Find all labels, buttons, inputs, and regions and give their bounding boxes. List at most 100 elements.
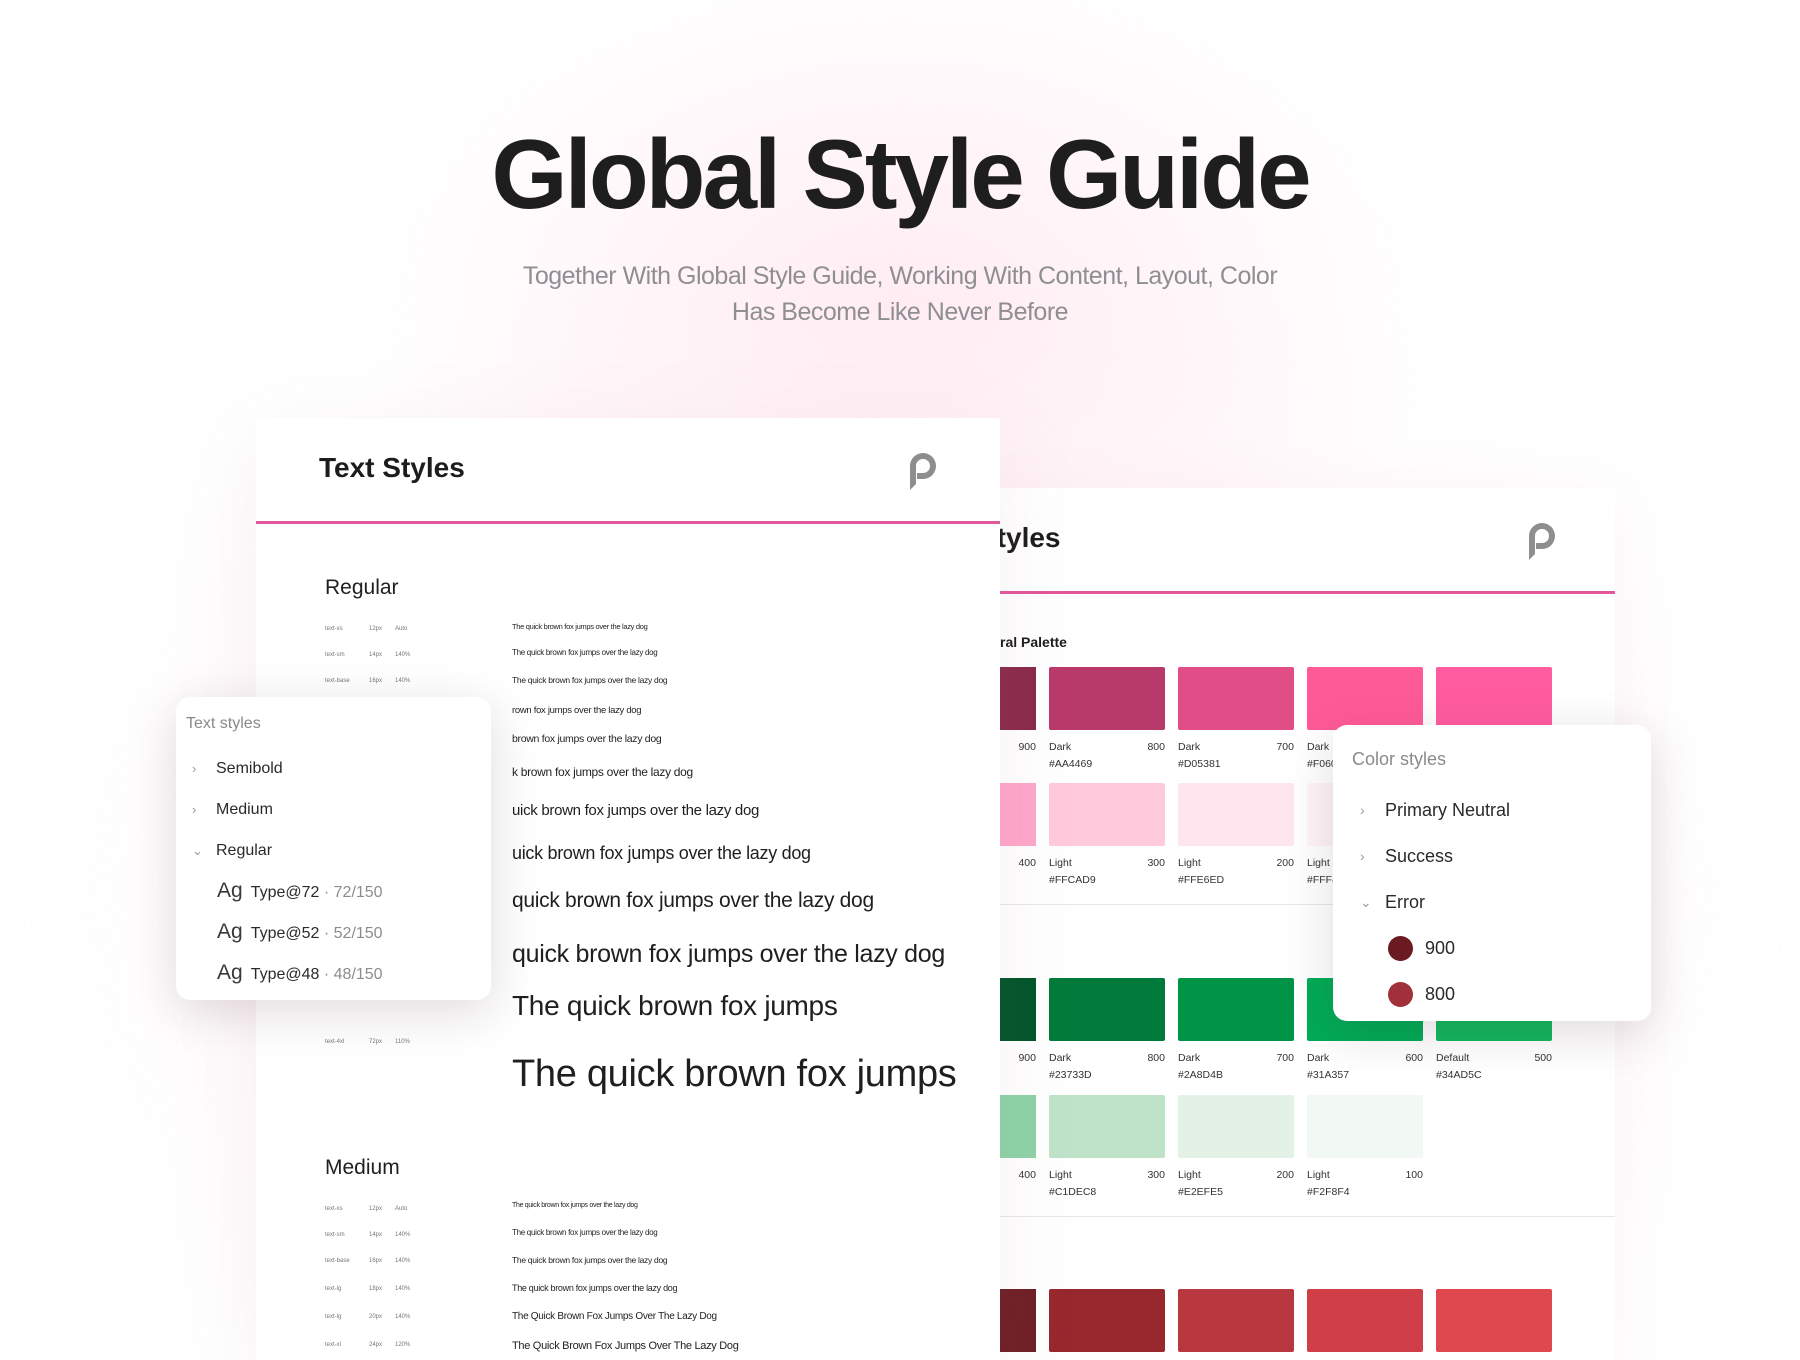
color-swatch[interactable] [1307, 667, 1423, 730]
type-preview-icon: Ag [217, 879, 243, 902]
color-swatch[interactable] [1049, 1289, 1165, 1352]
text-style-name: Type@48 [250, 966, 320, 983]
swatch-hex: #C1DEC8 [1049, 1186, 1097, 1198]
type-sample: The quick brown fox jumps over the lazy … [512, 1283, 678, 1293]
swatch-number: 300 [1147, 857, 1165, 869]
swatch-number: 600 [1405, 1052, 1423, 1064]
type-token: text-base [325, 1258, 350, 1265]
swatch-name: Dark [1178, 1052, 1201, 1064]
color-swatch[interactable] [1178, 978, 1294, 1041]
type-sample: rown fox jumps over the lazy dog [512, 705, 642, 716]
swatch-name: Light [1178, 1169, 1201, 1181]
color-swatch[interactable] [1178, 1289, 1294, 1352]
text-styles-heading: Text styles [186, 715, 261, 732]
brand-logo-icon [1529, 523, 1555, 560]
type-sample: The quick brown fox jumps over the lazy … [512, 1228, 658, 1237]
swatch-hex: #2A8D4B [1178, 1069, 1223, 1081]
type-sample: The quick brown fox jumps [512, 1053, 957, 1095]
swatch-name: Dark [1049, 741, 1072, 753]
color-swatch[interactable] [1000, 667, 1036, 730]
color-swatch[interactable] [1307, 1095, 1423, 1158]
page-title: Global Style Guide [491, 119, 1311, 229]
type-token: text-xs [325, 1206, 343, 1213]
color-panel-header: Styles [1000, 488, 1615, 594]
type-line-height: 140% [395, 1258, 411, 1265]
regular-group-heading: Regular [325, 576, 399, 599]
color-swatch[interactable] [1049, 978, 1165, 1041]
type-line-height: Auto [395, 625, 408, 632]
color-swatch[interactable] [1049, 1095, 1165, 1158]
type-sample: quick brown fox jumps over the lazy dog [512, 940, 945, 968]
type-sample: k brown fox jumps over the lazy dog [512, 765, 693, 779]
color-styles-dropdown: Color styles › Primary Neutral › Success ⌄ Er… [1333, 725, 1651, 1021]
swatch-number: 900 [1018, 741, 1036, 753]
type-line-height: 110% [395, 1039, 410, 1046]
color-swatch[interactable] [1049, 783, 1165, 846]
type-preview-icon: Ag [217, 961, 243, 984]
color-swatch[interactable] [1178, 1095, 1294, 1158]
text-style-name: Type@52 [250, 925, 320, 942]
type-size: 24px [369, 1341, 383, 1348]
swatch-number: 200 [1276, 1169, 1294, 1181]
color-swatch[interactable] [1000, 1095, 1036, 1158]
type-line-height: 140% [395, 651, 411, 658]
color-swatch[interactable] [1000, 1289, 1036, 1352]
color-swatch[interactable] [1436, 1289, 1552, 1352]
type-token: text-base [325, 678, 350, 685]
color-swatch[interactable] [1049, 667, 1165, 730]
swatch-name: Light [1049, 1169, 1072, 1181]
chevron-right-icon: › [192, 761, 197, 776]
swatch-hex: #FFCAD9 [1049, 874, 1096, 886]
swatch-name: Dark [1178, 741, 1201, 753]
color-style-group-label: Error [1385, 892, 1425, 912]
type-sample: brown fox jumps over the lazy dog [512, 733, 662, 745]
text-style-entry[interactable]: Ag Type@72 · 72/150 [217, 879, 383, 903]
type-token: text-lg [325, 1286, 342, 1293]
color-style-group-label: Primary Neutral [1385, 800, 1511, 820]
swatch-hex: #E2EFE5 [1178, 1186, 1223, 1198]
type-sample: The quick brown fox jumps [512, 990, 838, 1021]
text-styles-dropdown: Text styles › Semibold › Medium ⌄ Regular Ag Ty… [176, 697, 491, 1000]
color-dot-icon [1388, 936, 1413, 961]
type-size: 72px [369, 1039, 383, 1046]
type-sample: The Quick Brown Fox Jumps Over The Lazy … [512, 1311, 717, 1322]
page-subtitle: Together With Global Style Guide, Workin… [450, 258, 1350, 330]
swatch-hex: #AA4469 [1049, 758, 1093, 770]
type-token: text-sm [325, 651, 345, 658]
color-swatch[interactable] [1178, 783, 1294, 846]
type-sample: quick brown fox jumps over the lazy dog [512, 889, 874, 912]
swatch-hex: #D05381 [1178, 758, 1221, 770]
swatch-hex: #F2F8F4 [1307, 1186, 1350, 1198]
color-swatch[interactable] [1436, 667, 1552, 730]
subtitle-line-1: Together With Global Style Guide, Workin… [522, 262, 1278, 290]
swatch-number: 900 [1018, 1052, 1036, 1064]
color-swatch[interactable] [1000, 978, 1036, 1041]
text-style-meta: · 72/150 [319, 884, 383, 901]
swatch-name: Light [1307, 857, 1330, 869]
type-token: text-sm [325, 1231, 345, 1238]
color-style-name: 900 [1425, 938, 1456, 958]
type-token: text-4xl [325, 1039, 345, 1046]
color-swatch[interactable] [1000, 783, 1036, 846]
swatch-name: Default [1436, 1052, 1470, 1064]
color-swatch[interactable] [1307, 1289, 1423, 1352]
type-size: 14px [369, 651, 383, 658]
type-size: 12px [369, 1206, 383, 1213]
palette-label: ral Palette [1000, 634, 1067, 650]
swatch-number: 400 [1018, 1169, 1036, 1181]
chevron-down-icon: ⌄ [1360, 894, 1372, 910]
swatch-name: Dark [1307, 1052, 1330, 1064]
text-style-entry[interactable]: Ag Type@52 · 52/150 [217, 920, 383, 944]
type-line-height: 140% [395, 1286, 411, 1293]
swatch-hex: #34AD5C [1436, 1069, 1482, 1081]
type-line-height: 140% [395, 1313, 411, 1320]
chevron-right-icon: › [192, 802, 197, 817]
type-sample: The quick brown fox jumps over the lazy … [512, 1202, 638, 1209]
swatch-number: 800 [1147, 741, 1165, 753]
text-style-entry[interactable]: Ag Type@48 · 48/150 [217, 961, 383, 985]
chevron-right-icon: › [1360, 848, 1365, 864]
color-swatch[interactable] [1178, 667, 1294, 730]
subtitle-line-2: Has Become Like Never Before [731, 298, 1069, 326]
type-size: 18px [369, 1286, 383, 1293]
text-style-meta: · 52/150 [319, 925, 383, 942]
